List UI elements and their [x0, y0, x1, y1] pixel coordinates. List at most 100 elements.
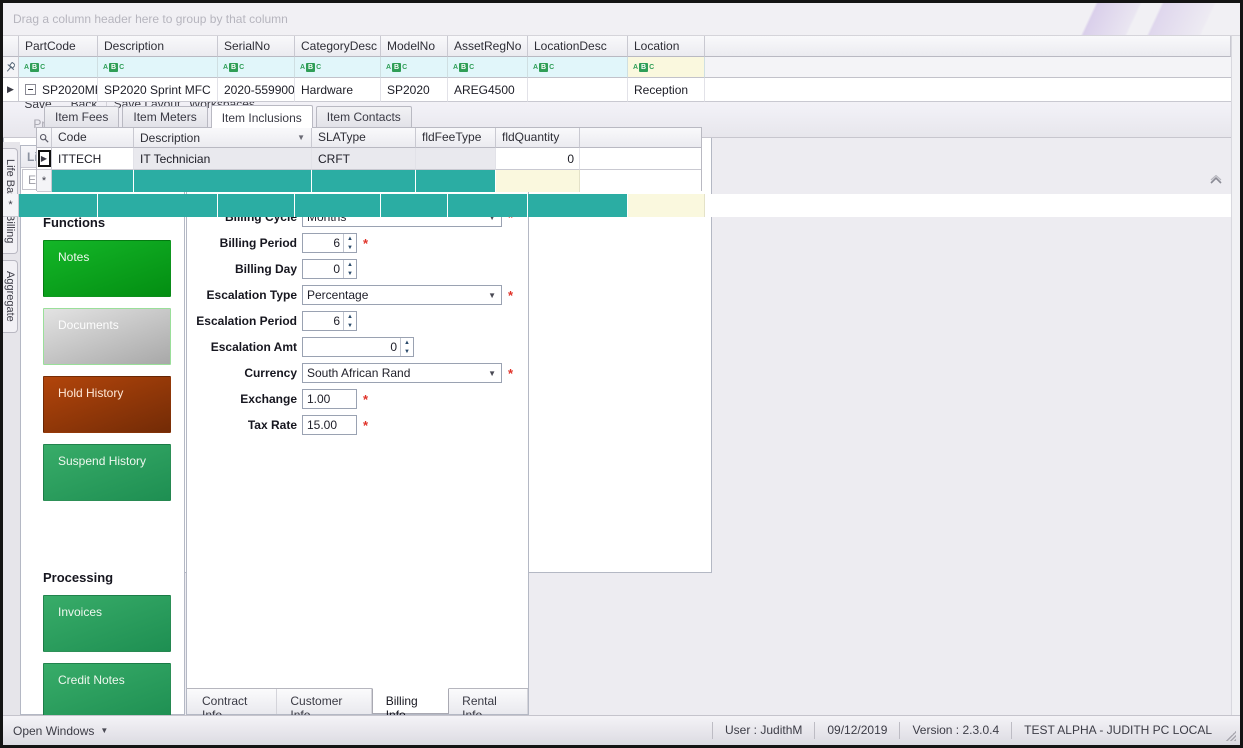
new-cell-description[interactable]	[98, 194, 218, 217]
tab-rental-info[interactable]: Rental Info	[449, 689, 528, 714]
column-header-locationdesc[interactable]: LocationDesc	[528, 36, 628, 57]
cell-slatype[interactable]: CRFT	[312, 148, 416, 170]
column-header-categorydesc[interactable]: CategoryDesc	[295, 36, 381, 57]
filter-cell-locationdesc[interactable]: ABC	[528, 57, 628, 78]
detail-new-row[interactable]: *	[37, 170, 701, 192]
new-row-asterisk-icon: *	[3, 194, 19, 217]
chevron-down-icon: ▼	[488, 291, 496, 300]
notes-button[interactable]: Notes	[43, 240, 171, 297]
tax-rate-input[interactable]: 15.00	[302, 415, 357, 435]
credit-notes-button[interactable]: Credit Notes	[43, 663, 171, 720]
abc-filter-icon: ABC	[223, 63, 244, 72]
detail-data-row[interactable]: ▶ ITTECH IT Technician CRFT 0	[37, 148, 701, 170]
cell-fldquantity[interactable]: 0	[496, 148, 580, 170]
new-cell-partcode[interactable]	[19, 194, 98, 217]
tab-customer-info[interactable]: Customer Info	[277, 689, 371, 714]
cell-assetregno[interactable]: AREG4500	[448, 78, 528, 102]
spin-arrows-icon[interactable]: ▲▼	[343, 312, 356, 330]
cell-locationdesc[interactable]	[528, 78, 628, 102]
column-header-description-detail[interactable]: Description▼	[134, 128, 312, 148]
new-cell-assetregno[interactable]	[448, 194, 528, 217]
column-header-code[interactable]: Code	[52, 128, 134, 148]
functions-heading: Functions	[43, 215, 184, 230]
column-header-description[interactable]: Description	[98, 36, 218, 57]
grid-header-row: PartCode Description SerialNo CategoryDe…	[3, 36, 1231, 57]
filter-cell-partcode[interactable]: ABC	[19, 57, 98, 78]
new-cell-locationdesc[interactable]	[528, 194, 628, 217]
detail-tab-strip: Item Fees Item Meters Item Inclusions It…	[36, 106, 702, 127]
collapse-row-icon[interactable]	[25, 84, 36, 95]
abc-filter-icon: ABC	[24, 63, 45, 72]
spin-arrows-icon[interactable]: ▲▼	[343, 260, 356, 278]
new-cell-serialno[interactable]	[218, 194, 295, 217]
tab-item-meters[interactable]: Item Meters	[122, 106, 207, 127]
abc-filter-icon: ABC	[453, 63, 474, 72]
resize-grip-icon[interactable]	[1224, 716, 1238, 745]
grid-new-row[interactable]: *	[3, 194, 1231, 217]
cell-location[interactable]: Reception	[628, 78, 705, 102]
grid-data-row[interactable]: ▶ SP2020MFC SP2020 Sprint MFC 2020-55990…	[3, 78, 1231, 102]
cell-description[interactable]: SP2020 Sprint MFC	[98, 78, 218, 102]
filter-cell-description[interactable]: ABC	[98, 57, 218, 78]
currency-label: Currency	[191, 366, 297, 380]
new-cell-modelno[interactable]	[381, 194, 448, 217]
new-cell-location[interactable]	[628, 194, 705, 217]
hold-history-button[interactable]: Hold History	[43, 376, 171, 433]
column-header-assetregno[interactable]: AssetRegNo	[448, 36, 528, 57]
escalation-type-dropdown[interactable]: Percentage▼	[302, 285, 502, 305]
column-header-modelno[interactable]: ModelNo	[381, 36, 448, 57]
tab-item-fees[interactable]: Item Fees	[44, 106, 119, 127]
group-by-bar[interactable]: Drag a column header here to group by th…	[3, 3, 1240, 36]
dock-tab-aggregate[interactable]: Aggregate	[3, 260, 18, 333]
required-asterisk: *	[508, 288, 513, 303]
column-header-slatype[interactable]: SLAType	[312, 128, 416, 148]
cell-modelno[interactable]: SP2020	[381, 78, 448, 102]
filter-cell-serialno[interactable]: ABC	[218, 57, 295, 78]
spin-arrows-icon[interactable]: ▲▼	[343, 234, 356, 252]
filter-cell-location[interactable]: ABC	[628, 57, 705, 78]
tab-contract-info[interactable]: Contract Info	[189, 689, 277, 714]
column-header-fldfeetype[interactable]: fldFeeType	[416, 128, 496, 148]
escalation-period-spinner[interactable]: 6 ▲▼	[302, 311, 357, 331]
column-header-location[interactable]: Location	[628, 36, 705, 57]
vertical-scrollbar[interactable]	[1231, 36, 1240, 731]
escalation-amt-spinner[interactable]: 0 ▲▼	[302, 337, 414, 357]
billing-period-spinner[interactable]: 6 ▲▼	[302, 233, 357, 253]
cell-categorydesc[interactable]: Hardware	[295, 78, 381, 102]
spin-arrows-icon[interactable]: ▲▼	[400, 338, 413, 356]
cell-description-detail[interactable]: IT Technician	[134, 148, 312, 170]
new-cell-categorydesc[interactable]	[295, 194, 381, 217]
billing-info-panel: Billing Info Billing Cycle Months▼ * Bil…	[186, 145, 529, 715]
filter-cell-categorydesc[interactable]: ABC	[295, 57, 381, 78]
invoices-button[interactable]: Invoices	[43, 595, 171, 652]
column-header-fldquantity[interactable]: fldQuantity	[496, 128, 580, 148]
new-cell-description[interactable]	[134, 170, 312, 192]
column-header-serialno[interactable]: SerialNo	[218, 36, 295, 57]
filter-cell-modelno[interactable]: ABC	[381, 57, 448, 78]
new-cell-code[interactable]	[52, 170, 134, 192]
exchange-input[interactable]: 1.00	[302, 389, 357, 409]
escalation-amt-label: Escalation Amt	[191, 340, 297, 354]
open-windows-button[interactable]: Open Windows ▼	[13, 724, 108, 738]
detail-view: Item Fees Item Meters Item Inclusions It…	[36, 106, 702, 191]
documents-button[interactable]: Documents	[43, 308, 171, 365]
currency-dropdown[interactable]: South African Rand▼	[302, 363, 502, 383]
suspend-history-button[interactable]: Suspend History	[43, 444, 171, 501]
new-cell-fldquantity[interactable]	[496, 170, 580, 192]
detail-row-indicator: ▶	[37, 148, 52, 170]
cell-fldfeetype[interactable]	[416, 148, 496, 170]
tab-billing-info[interactable]: Billing Info	[372, 688, 449, 714]
cell-code[interactable]: ITTECH	[52, 148, 134, 170]
detail-search-icon[interactable]	[37, 128, 52, 148]
tab-item-inclusions[interactable]: Item Inclusions	[211, 105, 313, 128]
cell-serialno[interactable]: 2020-559900	[218, 78, 295, 102]
billing-day-spinner[interactable]: 0 ▲▼	[302, 259, 357, 279]
column-header-partcode[interactable]: PartCode	[19, 36, 98, 57]
new-cell-slatype[interactable]	[312, 170, 416, 192]
new-cell-fldfeetype[interactable]	[416, 170, 496, 192]
tab-item-contacts[interactable]: Item Contacts	[316, 106, 412, 127]
cell-partcode[interactable]: SP2020MFC	[19, 78, 98, 102]
column-header-filler	[705, 36, 1231, 57]
collapse-ribbon-chevron-icon[interactable]	[1206, 172, 1226, 188]
filter-cell-assetregno[interactable]: ABC	[448, 57, 528, 78]
